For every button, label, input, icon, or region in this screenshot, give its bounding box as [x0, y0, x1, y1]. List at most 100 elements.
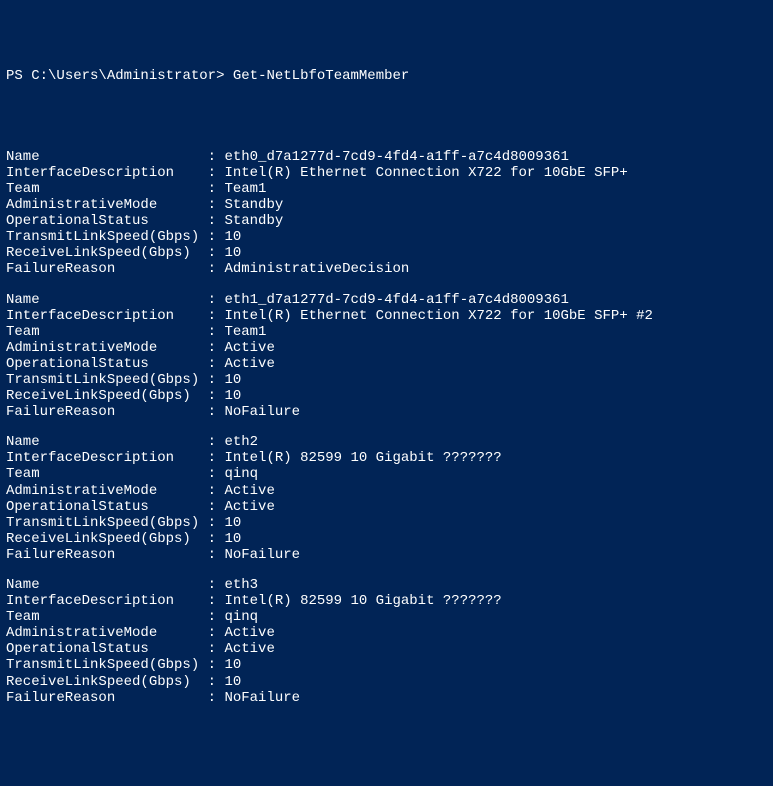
property-value: Active — [224, 625, 274, 641]
property-key: Team — [6, 324, 208, 340]
property-separator: : — [208, 547, 225, 563]
property-row: FailureReason : NoFailure — [6, 690, 767, 706]
command-output: Name : eth0_d7a1277d-7cd9-4fd4-a1ff-a7c4… — [6, 149, 767, 706]
property-separator: : — [208, 213, 225, 229]
property-separator: : — [208, 404, 225, 420]
property-value: Active — [224, 499, 274, 515]
property-separator: : — [208, 641, 225, 657]
property-row: FailureReason : NoFailure — [6, 404, 767, 420]
property-row: FailureReason : AdministrativeDecision — [6, 261, 767, 277]
property-key: OperationalStatus — [6, 499, 208, 515]
property-key: AdministrativeMode — [6, 483, 208, 499]
property-value: qinq — [224, 609, 258, 625]
property-key: Team — [6, 466, 208, 482]
property-separator: : — [208, 292, 225, 308]
property-key: TransmitLinkSpeed(Gbps) — [6, 515, 208, 531]
property-row: Name : eth1_d7a1277d-7cd9-4fd4-a1ff-a7c4… — [6, 292, 767, 308]
property-separator: : — [208, 149, 225, 165]
property-row: TransmitLinkSpeed(Gbps) : 10 — [6, 372, 767, 388]
property-row: Name : eth0_d7a1277d-7cd9-4fd4-a1ff-a7c4… — [6, 149, 767, 165]
property-row: TransmitLinkSpeed(Gbps) : 10 — [6, 515, 767, 531]
team-member-block: Name : eth1_d7a1277d-7cd9-4fd4-a1ff-a7c4… — [6, 292, 767, 421]
property-row: Name : eth2 — [6, 434, 767, 450]
prompt-prefix: PS — [6, 68, 31, 84]
property-separator: : — [208, 197, 225, 213]
property-value: Active — [224, 340, 274, 356]
prompt-line[interactable]: PS C:\Users\Administrator> Get-NetLbfoTe… — [6, 68, 767, 84]
property-value: AdministrativeDecision — [224, 261, 409, 277]
property-key: OperationalStatus — [6, 356, 208, 372]
property-row: Team : Team1 — [6, 181, 767, 197]
property-row: AdministrativeMode : Active — [6, 340, 767, 356]
property-value: 10 — [224, 657, 241, 673]
property-key: InterfaceDescription — [6, 593, 208, 609]
property-row: TransmitLinkSpeed(Gbps) : 10 — [6, 657, 767, 673]
property-key: Team — [6, 609, 208, 625]
property-key: InterfaceDescription — [6, 165, 208, 181]
property-separator: : — [208, 609, 225, 625]
property-key: FailureReason — [6, 690, 208, 706]
property-key: ReceiveLinkSpeed(Gbps) — [6, 245, 208, 261]
property-separator: : — [208, 245, 225, 261]
property-value: Active — [224, 356, 274, 372]
property-key: AdministrativeMode — [6, 197, 208, 213]
property-key: Name — [6, 149, 208, 165]
property-key: ReceiveLinkSpeed(Gbps) — [6, 674, 208, 690]
property-value: Team1 — [224, 324, 266, 340]
property-value: Intel(R) Ethernet Connection X722 for 10… — [224, 165, 627, 181]
property-value: NoFailure — [224, 404, 300, 420]
team-member-block: Name : eth2InterfaceDescription : Intel(… — [6, 434, 767, 563]
command-text: Get-NetLbfoTeamMember — [233, 68, 409, 84]
property-row: ReceiveLinkSpeed(Gbps) : 10 — [6, 245, 767, 261]
prompt-path: C:\Users\Administrator — [31, 68, 216, 84]
property-key: FailureReason — [6, 547, 208, 563]
team-member-block: Name : eth3InterfaceDescription : Intel(… — [6, 577, 767, 706]
property-value: eth0_d7a1277d-7cd9-4fd4-a1ff-a7c4d800936… — [224, 149, 568, 165]
property-row: OperationalStatus : Active — [6, 641, 767, 657]
property-key: InterfaceDescription — [6, 308, 208, 324]
property-key: ReceiveLinkSpeed(Gbps) — [6, 531, 208, 547]
property-row: ReceiveLinkSpeed(Gbps) : 10 — [6, 388, 767, 404]
property-separator: : — [208, 625, 225, 641]
property-key: Name — [6, 292, 208, 308]
property-value: Active — [224, 483, 274, 499]
property-value: Active — [224, 641, 274, 657]
property-row: AdministrativeMode : Active — [6, 483, 767, 499]
property-separator: : — [208, 261, 225, 277]
blank-line — [6, 103, 767, 119]
property-separator: : — [208, 593, 225, 609]
property-separator: : — [208, 690, 225, 706]
property-separator: : — [208, 181, 225, 197]
property-value: Intel(R) 82599 10 Gigabit ??????? — [224, 593, 501, 609]
property-key: TransmitLinkSpeed(Gbps) — [6, 657, 208, 673]
property-row: Team : qinq — [6, 466, 767, 482]
property-separator: : — [208, 499, 225, 515]
property-key: OperationalStatus — [6, 213, 208, 229]
property-row: ReceiveLinkSpeed(Gbps) : 10 — [6, 674, 767, 690]
property-separator: : — [208, 388, 225, 404]
property-row: AdministrativeMode : Standby — [6, 197, 767, 213]
property-separator: : — [208, 356, 225, 372]
property-key: OperationalStatus — [6, 641, 208, 657]
property-value: Intel(R) Ethernet Connection X722 for 10… — [224, 308, 652, 324]
property-value: 10 — [224, 229, 241, 245]
property-row: Name : eth3 — [6, 577, 767, 593]
property-separator: : — [208, 657, 225, 673]
property-key: ReceiveLinkSpeed(Gbps) — [6, 388, 208, 404]
property-separator: : — [208, 229, 225, 245]
property-key: Name — [6, 577, 208, 593]
property-value: eth2 — [224, 434, 258, 450]
property-key: TransmitLinkSpeed(Gbps) — [6, 372, 208, 388]
property-separator: : — [208, 483, 225, 499]
property-row: Team : Team1 — [6, 324, 767, 340]
property-row: AdministrativeMode : Active — [6, 625, 767, 641]
property-value: Standby — [224, 213, 283, 229]
property-value: NoFailure — [224, 690, 300, 706]
property-value: 10 — [224, 245, 241, 261]
property-row: FailureReason : NoFailure — [6, 547, 767, 563]
property-separator: : — [208, 324, 225, 340]
property-separator: : — [208, 674, 225, 690]
team-member-block: Name : eth0_d7a1277d-7cd9-4fd4-a1ff-a7c4… — [6, 149, 767, 278]
property-separator: : — [208, 434, 225, 450]
property-separator: : — [208, 531, 225, 547]
